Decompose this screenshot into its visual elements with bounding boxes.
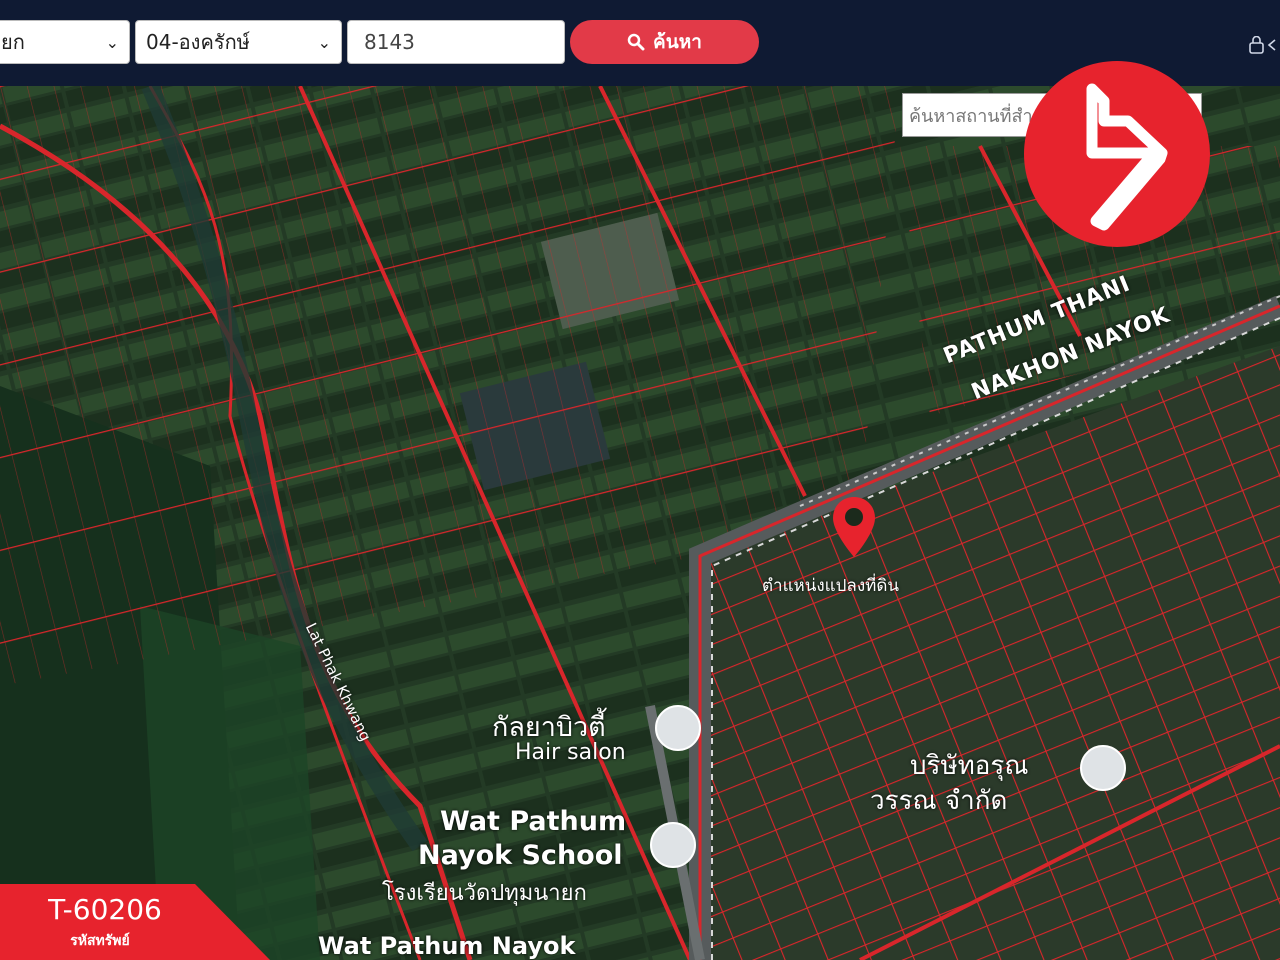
poi-icon[interactable] xyxy=(1080,745,1126,791)
search-icon xyxy=(627,33,645,51)
search-button[interactable]: ค้นหา xyxy=(570,20,759,64)
pin-label: ตำแหน่งแปลงที่ดิน xyxy=(762,576,900,596)
poi-school-thai: โรงเรียนวัดปทุมนายก xyxy=(382,881,587,906)
province-select[interactable]: ยก ⌄ xyxy=(0,20,130,64)
poi-school-1: Wat Pathum xyxy=(440,806,627,837)
listing-code: T-60206 xyxy=(48,893,162,926)
district-select[interactable]: 04-องครักษ์ ⌄ xyxy=(135,20,342,64)
poi-icon[interactable] xyxy=(655,705,701,751)
brand-logo-icon xyxy=(1024,61,1210,247)
lock-icon[interactable] xyxy=(1248,35,1280,58)
parcel-number-input[interactable]: 8143 xyxy=(347,20,565,64)
listing-code-label: รหัสทรัพย์ xyxy=(70,933,130,949)
poi-school-2: Nayok School xyxy=(418,840,623,871)
location-pin-icon[interactable] xyxy=(830,495,878,565)
poi-salon-type: Hair salon xyxy=(515,740,626,765)
poi-temple: Wat Pathum Nayok xyxy=(318,932,576,960)
province-select-value: ยก xyxy=(1,30,25,54)
poi-icon[interactable] xyxy=(650,822,696,868)
district-select-value: 04-องครักษ์ xyxy=(146,30,250,54)
chevron-down-icon: ⌄ xyxy=(317,32,331,52)
poi-company-2: วรรณ จำกัด xyxy=(870,786,1008,816)
search-button-label: ค้นหา xyxy=(653,31,702,53)
chevron-down-icon: ⌄ xyxy=(105,32,119,52)
